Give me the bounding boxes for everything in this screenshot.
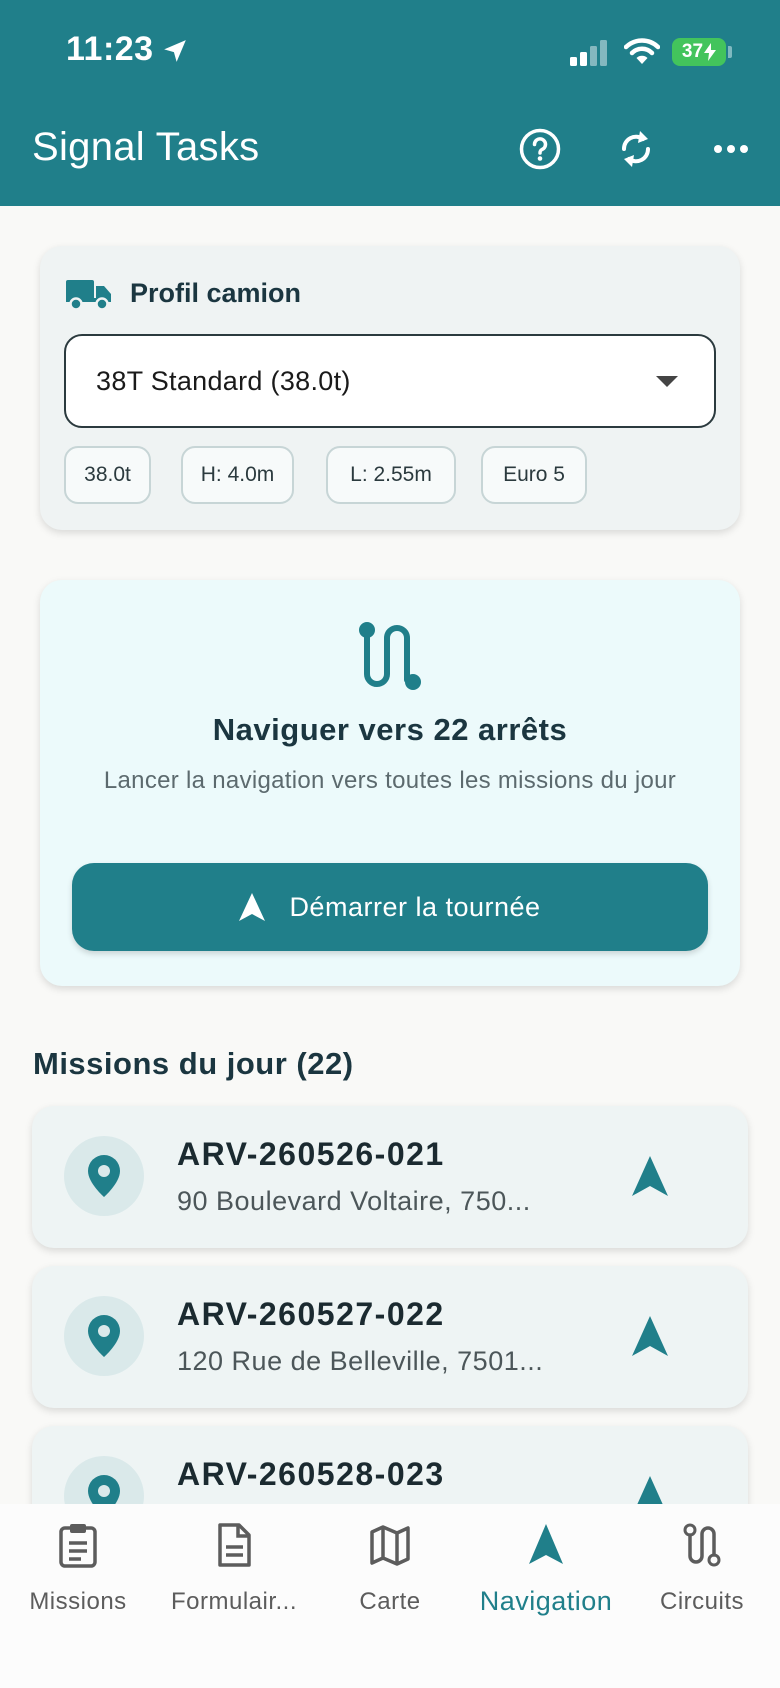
help-circle-icon <box>519 128 561 170</box>
navigation-title: Naviguer vers 22 arrêts <box>212 712 568 747</box>
battery-indicator: 37 <box>672 38 726 66</box>
document-icon <box>218 1523 251 1567</box>
mission-address: 120 Rue de Belleville, 7501... <box>177 1346 544 1376</box>
chip-label: Euro 5 <box>503 463 565 486</box>
navigation-arrow-icon <box>239 893 266 921</box>
tab-label: Formulair... <box>170 1588 298 1615</box>
tab-map[interactable]: Carte <box>312 1504 468 1634</box>
route-icon <box>359 622 421 690</box>
height-chip: H: 4.0m <box>181 446 294 504</box>
weight-chip: 38.0t <box>64 446 151 504</box>
truck-profile-card: Profil camion 38T Standard (38.0t) 38.0t… <box>40 246 740 530</box>
truck-profile-select[interactable]: 38T Standard (38.0t) <box>64 334 716 428</box>
mission-id: ARV-260526-021 <box>177 1136 445 1172</box>
navigate-to-mission-icon[interactable] <box>632 1156 668 1196</box>
chip-label: 38.0t <box>84 463 131 486</box>
chip-label: L: 2.55m <box>350 463 432 486</box>
status-time: 11:23 <box>66 30 154 68</box>
mission-id: ARV-260528-023 <box>177 1456 445 1492</box>
clipboard-icon <box>59 1524 97 1568</box>
bottom-navigation: Missions Formulair... Carte Navigation C… <box>0 1504 780 1688</box>
chip-label: H: 4.0m <box>200 463 275 486</box>
tab-navigation[interactable]: Navigation <box>468 1504 624 1634</box>
mission-item[interactable]: ARV-260526-021 90 Boulevard Voltaire, 75… <box>32 1106 748 1248</box>
tab-label: Navigation <box>479 1586 613 1616</box>
cellular-signal-icon <box>570 40 607 66</box>
navigation-card: Naviguer vers 22 arrêts Lancer la naviga… <box>40 580 740 986</box>
status-bar: 11:23 37 <box>0 0 780 100</box>
wifi-icon <box>624 38 660 64</box>
start-tour-button[interactable]: Démarrer la tournée <box>72 863 708 951</box>
truck-icon <box>66 280 111 310</box>
battery-level: 37 <box>681 41 704 62</box>
navigate-to-mission-icon[interactable] <box>632 1316 668 1356</box>
missions-section-title: Missions du jour (22) <box>33 1046 354 1081</box>
truck-profile-title: Profil camion <box>130 278 302 308</box>
location-arrow-icon <box>164 40 186 62</box>
mission-id: ARV-260527-022 <box>177 1296 445 1332</box>
mission-pin-badge <box>64 1296 144 1376</box>
mission-pin-badge <box>64 1136 144 1216</box>
length-chip: L: 2.55m <box>326 446 456 504</box>
battery-tip <box>728 46 732 58</box>
tab-forms[interactable]: Formulair... <box>156 1504 312 1634</box>
map-pin-icon <box>88 1315 120 1357</box>
app-header: 11:23 37 Signal Tasks <box>0 0 780 206</box>
tab-label: Carte <box>359 1588 421 1615</box>
map-icon <box>370 1525 410 1566</box>
sync-icon <box>621 131 651 167</box>
help-button[interactable] <box>517 126 563 172</box>
tab-label: Circuits <box>659 1588 744 1615</box>
map-pin-icon <box>88 1155 120 1197</box>
mission-item[interactable]: ARV-260527-022 120 Rue de Belleville, 75… <box>32 1266 748 1408</box>
navigation-arrow-icon <box>529 1524 563 1564</box>
tab-circuits[interactable]: Circuits <box>624 1504 780 1634</box>
truck-profile-selected-value: 38T Standard (38.0t) <box>96 366 351 396</box>
dropdown-caret-icon <box>656 376 678 387</box>
more-options-button[interactable] <box>708 126 754 172</box>
route-icon <box>683 1523 721 1567</box>
tab-missions[interactable]: Missions <box>0 1504 156 1634</box>
navigation-subtitle: Lancer la navigation vers toutes les mis… <box>103 767 677 794</box>
start-tour-label: Démarrer la tournée <box>289 891 541 922</box>
app-title: Signal Tasks <box>32 125 260 169</box>
more-horizontal-icon <box>714 145 748 153</box>
emission-chip: Euro 5 <box>481 446 587 504</box>
mission-address: 90 Boulevard Voltaire, 750... <box>177 1186 531 1216</box>
sync-button[interactable] <box>613 126 659 172</box>
tab-label: Missions <box>29 1588 127 1615</box>
charging-bolt-icon <box>704 43 717 61</box>
